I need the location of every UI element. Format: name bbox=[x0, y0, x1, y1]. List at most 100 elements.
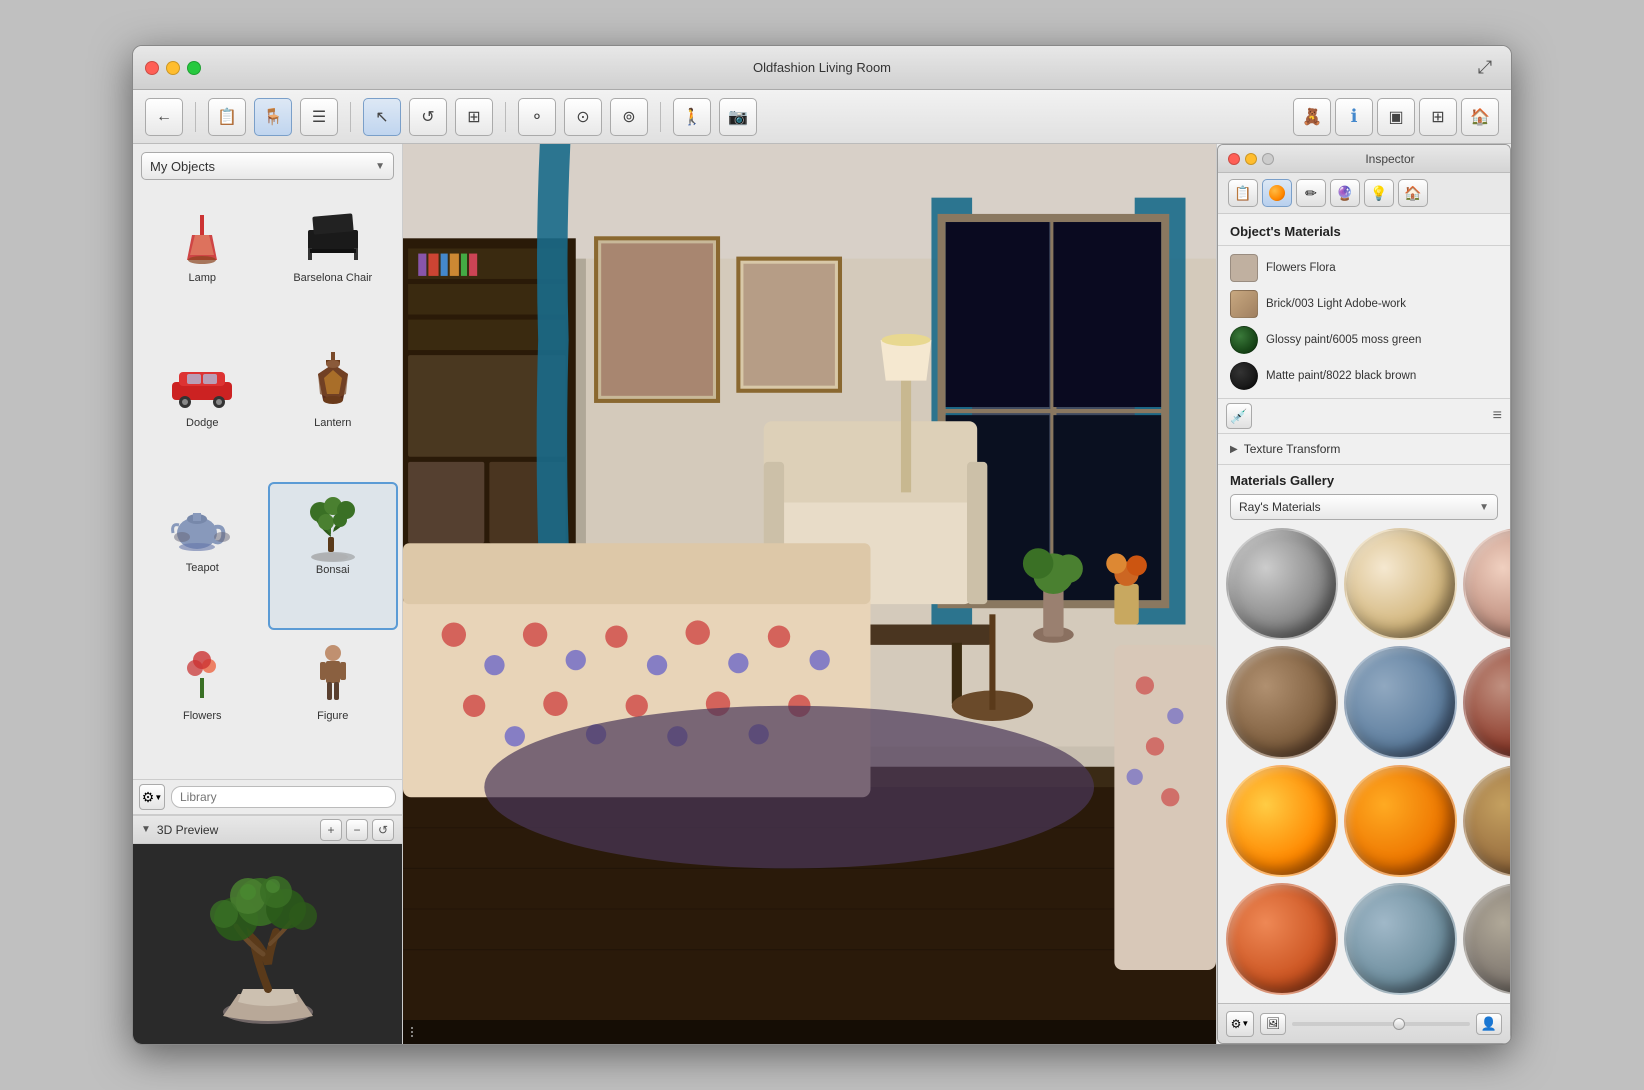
objects-tab-icon: 📋 bbox=[1234, 185, 1251, 202]
object-item-flowers[interactable]: Flowers bbox=[137, 630, 268, 775]
dodge-label: Dodge bbox=[186, 417, 218, 429]
grid-button[interactable]: ⊞ bbox=[1419, 98, 1457, 136]
gallery-dropdown[interactable]: Ray's Materials ▼ bbox=[1230, 494, 1498, 520]
object-item-lantern[interactable]: Lantern bbox=[268, 337, 399, 482]
bottom-person-button[interactable]: 👤 bbox=[1476, 1013, 1502, 1035]
home-view-icon: 🏠 bbox=[1470, 107, 1490, 127]
gallery-ball-argyle-blue[interactable] bbox=[1344, 646, 1456, 758]
back-button[interactable]: ← bbox=[145, 98, 183, 136]
gallery-ball-warm-gray[interactable] bbox=[1463, 883, 1511, 995]
gallery-ball-orange-bright[interactable] bbox=[1226, 765, 1338, 877]
select-tool-button[interactable]: ↖ bbox=[363, 98, 401, 136]
gear-icon: ⚙ bbox=[142, 789, 155, 806]
inspector-tab-house[interactable]: 🏠 bbox=[1398, 179, 1428, 207]
object-item-chair[interactable]: Barselona Chair bbox=[268, 192, 399, 337]
app-window: Oldfashion Living Room ⤢ ← 📋 🪑 ☰ ↖ ↺ ⊞ bbox=[132, 45, 1512, 1045]
rotate-tool-button[interactable]: ↺ bbox=[409, 98, 447, 136]
circle-tool-button[interactable]: ⚬ bbox=[518, 98, 556, 136]
gallery-ball-argyle-brown[interactable] bbox=[1226, 646, 1338, 758]
effects-tab-icon: 🔮 bbox=[1336, 185, 1353, 202]
object-item-teapot[interactable]: Teapot bbox=[137, 482, 268, 631]
texture-transform-header[interactable]: ▶ Texture Transform bbox=[1230, 442, 1498, 456]
minimize-button[interactable] bbox=[166, 61, 180, 75]
material-item-moss[interactable]: Glossy paint/6005 moss green bbox=[1226, 322, 1502, 358]
object-item-lamp[interactable]: Lamp bbox=[137, 192, 268, 337]
circle-tool-icon: ⚬ bbox=[530, 107, 543, 127]
menu-dots-button[interactable]: ≡ bbox=[1493, 407, 1502, 425]
info-icon: ℹ bbox=[1351, 106, 1358, 127]
gallery-ball-floral-red[interactable] bbox=[1463, 528, 1511, 640]
fullscreen-button[interactable]: ⤢ bbox=[1471, 54, 1499, 82]
bottom-person-icon: 👤 bbox=[1481, 1016, 1497, 1032]
walk-tool-button[interactable]: 🚶 bbox=[673, 98, 711, 136]
objects-library-button[interactable]: 🧸 bbox=[1293, 98, 1331, 136]
main-area: My Objects ▼ Lamp bbox=[133, 144, 1511, 1044]
material-item-brick[interactable]: Brick/003 Light Adobe-work bbox=[1226, 286, 1502, 322]
object-item-bonsai[interactable]: Bonsai bbox=[268, 482, 399, 631]
preview-panel: ▼ 3D Preview + − ↺ bbox=[133, 815, 402, 1044]
gallery-ball-floral-gray[interactable] bbox=[1226, 528, 1338, 640]
camera-tool-button[interactable]: ⊚ bbox=[610, 98, 648, 136]
gear-button[interactable]: ⚙ ▼ bbox=[139, 784, 165, 810]
dodge-thumbnail bbox=[157, 345, 247, 415]
size-slider-thumb[interactable] bbox=[1393, 1018, 1405, 1030]
objects-dropdown-label: My Objects bbox=[150, 159, 215, 174]
viewport-bottom-bar bbox=[403, 1020, 1216, 1044]
flowers-header-swatch bbox=[1230, 254, 1258, 282]
zoom-in-button[interactable]: + bbox=[320, 819, 342, 841]
teapot-thumbnail bbox=[157, 490, 247, 560]
list-icon: ☰ bbox=[312, 107, 326, 127]
search-input[interactable] bbox=[171, 786, 396, 808]
inspector-expand[interactable] bbox=[1262, 153, 1274, 165]
gallery-ball-wood-tan[interactable] bbox=[1463, 765, 1511, 877]
bottom-gear-button[interactable]: ⚙ ▼ bbox=[1226, 1011, 1254, 1037]
bottom-image-button[interactable]: 🖼 bbox=[1260, 1013, 1286, 1035]
gallery-ball-blue-gray[interactable] bbox=[1344, 883, 1456, 995]
inspector-minimize[interactable] bbox=[1245, 153, 1257, 165]
objects-button[interactable]: 📋 bbox=[208, 98, 246, 136]
inspector-tab-effects[interactable]: 🔮 bbox=[1330, 179, 1360, 207]
inspector-tab-light[interactable]: 💡 bbox=[1364, 179, 1394, 207]
object-item-dodge[interactable]: Dodge bbox=[137, 337, 268, 482]
list-button[interactable]: ☰ bbox=[300, 98, 338, 136]
objects-dropdown[interactable]: My Objects ▼ bbox=[141, 152, 394, 180]
object-item-figure[interactable]: Figure bbox=[268, 630, 399, 775]
gallery-ball-rustic-red[interactable] bbox=[1463, 646, 1511, 758]
sidebar-search-bar: ⚙ ▼ bbox=[133, 779, 402, 815]
furniture-button[interactable]: 🪑 bbox=[254, 98, 292, 136]
resize-handle[interactable] bbox=[411, 1023, 421, 1041]
gallery-ball-floral-cream[interactable] bbox=[1344, 528, 1456, 640]
inspector-tab-objects[interactable]: 📋 bbox=[1228, 179, 1258, 207]
photo-tool-button[interactable]: 📷 bbox=[719, 98, 757, 136]
inspector-close[interactable] bbox=[1228, 153, 1240, 165]
info-button[interactable]: ℹ bbox=[1335, 98, 1373, 136]
teapot-label: Teapot bbox=[186, 562, 219, 574]
toolbar: ← 📋 🪑 ☰ ↖ ↺ ⊞ ⚬ ⊙ ⊚ bbox=[133, 90, 1511, 144]
view-button[interactable]: ▣ bbox=[1377, 98, 1415, 136]
inspector-tab-material[interactable] bbox=[1262, 179, 1292, 207]
eyedropper-button[interactable]: 💉 bbox=[1226, 403, 1252, 429]
material-item-black[interactable]: Matte paint/8022 black brown bbox=[1226, 358, 1502, 394]
toolbar-separator-3 bbox=[505, 102, 506, 132]
lantern-label: Lantern bbox=[314, 417, 351, 429]
home-view-button[interactable]: 🏠 bbox=[1461, 98, 1499, 136]
maximize-button[interactable] bbox=[187, 61, 201, 75]
texture-collapse-icon: ▶ bbox=[1230, 444, 1238, 455]
zoom-out-button[interactable]: − bbox=[346, 819, 368, 841]
inspector-bottom: ⚙ ▼ 🖼 👤 bbox=[1218, 1003, 1510, 1043]
close-button[interactable] bbox=[145, 61, 159, 75]
gallery-ball-orange-dark[interactable] bbox=[1344, 765, 1456, 877]
back-icon: ← bbox=[156, 108, 172, 126]
target-tool-button[interactable]: ⊙ bbox=[564, 98, 602, 136]
texture-transform-section: ▶ Texture Transform bbox=[1218, 434, 1510, 465]
rotate-preview-button[interactable]: ↺ bbox=[372, 819, 394, 841]
transform-tool-button[interactable]: ⊞ bbox=[455, 98, 493, 136]
viewport[interactable] bbox=[403, 144, 1216, 1044]
size-slider[interactable] bbox=[1292, 1022, 1470, 1026]
toolbar-separator-2 bbox=[350, 102, 351, 132]
gallery-ball-orange-texture[interactable] bbox=[1226, 883, 1338, 995]
inspector-tab-edit[interactable]: ✏ bbox=[1296, 179, 1326, 207]
photo-tool-icon: 📷 bbox=[728, 107, 748, 127]
moss-label: Glossy paint/6005 moss green bbox=[1266, 333, 1498, 348]
preview-header[interactable]: ▼ 3D Preview + − ↺ bbox=[133, 816, 402, 844]
